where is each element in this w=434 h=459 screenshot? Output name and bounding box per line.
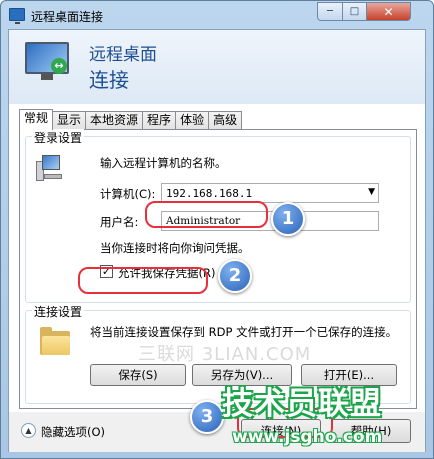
remote-desktop-app-icon — [9, 8, 25, 24]
tab-experience[interactable]: 体验 — [175, 111, 210, 130]
computer-combobox[interactable]: 192.168.168.1 ▼ — [161, 183, 379, 203]
computer-value: 192.168.168.1 — [166, 187, 253, 200]
collapse-icon[interactable]: ▲ — [21, 423, 36, 438]
username-label: 用户名: — [100, 215, 139, 229]
login-settings-legend: 登录设置 — [32, 129, 85, 146]
minimize-button[interactable]: ─ — [317, 2, 343, 21]
login-instruction: 输入远程计算机的名称。 — [100, 156, 227, 170]
computer-icon — [36, 155, 62, 183]
tab-strip: 常规 显示 本地资源 程序 体验 高级 — [19, 109, 243, 130]
maximize-button[interactable]: □ — [342, 2, 367, 21]
folder-icon — [40, 327, 70, 355]
general-tab-panel: 登录设置 输入远程计算机的名称。 计算机(C): 192.168.168.1 ▼… — [19, 129, 417, 409]
save-button[interactable]: 保存(S) — [90, 364, 186, 386]
connection-description: 将当前连接设置保存到 RDP 文件或打开一个已保存的连接。 — [90, 325, 398, 339]
brand-watermark-logo: 技术员联盟 — [222, 386, 382, 422]
close-button[interactable]: ✕ — [366, 2, 411, 21]
remote-desktop-monitor-icon: ↔ — [25, 42, 69, 82]
banner-title-line2: 连接 — [89, 68, 129, 92]
hide-options-link[interactable]: 隐藏选项(O) — [41, 424, 105, 440]
highlight-ring-username — [145, 201, 268, 228]
watermark-text: 三联网 3LIAN.COM — [138, 344, 312, 365]
computer-label: 计算机(C): — [100, 187, 156, 201]
step-badge-1: 1 — [271, 202, 305, 236]
step-badge-2: 2 — [218, 259, 252, 293]
tab-advanced[interactable]: 高级 — [208, 111, 243, 130]
banner-title-line1: 远程桌面 — [89, 45, 157, 65]
title-bar: 远程桌面连接 ─ □ ✕ — [1, 1, 433, 29]
tab-programs[interactable]: 程序 — [142, 111, 177, 130]
brand-watermark-url: www.jsgho.com — [232, 427, 383, 447]
tab-local-resources[interactable]: 本地资源 — [85, 111, 144, 130]
step-badge-3: 3 — [190, 400, 224, 434]
credentials-hint: 当你连接时将向你询问凭据。 — [100, 241, 250, 255]
highlight-ring-save-credentials — [78, 267, 208, 294]
connection-settings-legend: 连接设置 — [32, 303, 85, 320]
window-title: 远程桌面连接 — [31, 10, 104, 24]
tab-general[interactable]: 常规 — [19, 109, 54, 130]
chevron-down-icon[interactable]: ▼ — [368, 187, 375, 197]
tab-display[interactable]: 显示 — [52, 111, 87, 130]
header-banner: ↔ 远程桌面 连接 — [9, 30, 425, 104]
